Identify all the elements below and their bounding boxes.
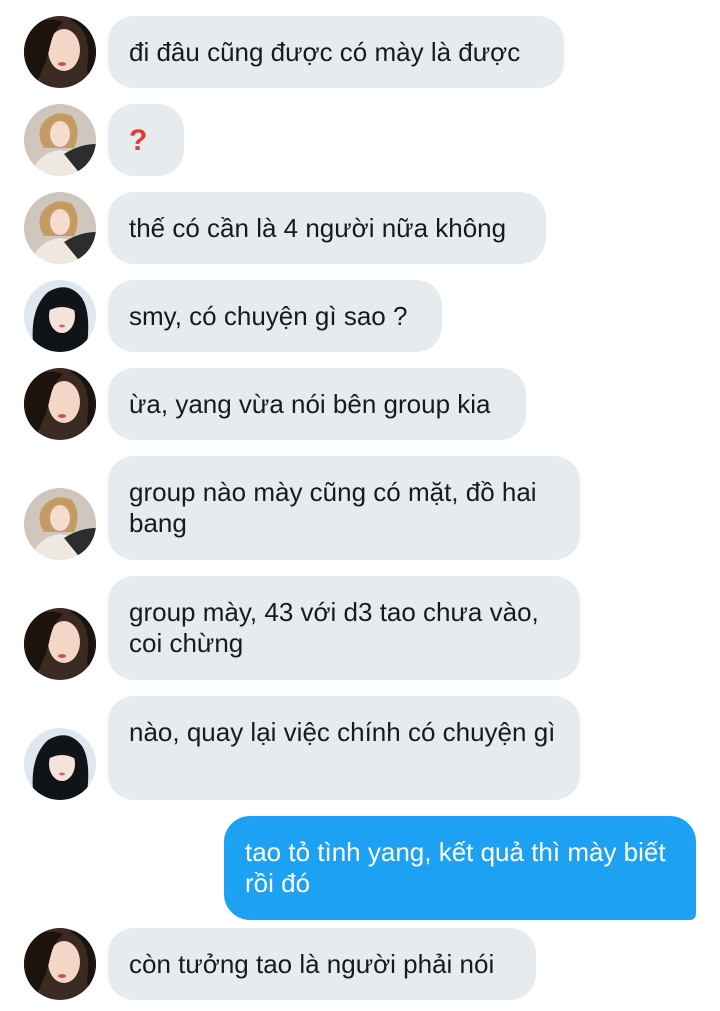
message-bubble-received[interactable]: smy, có chuyện gì sao ? — [108, 280, 442, 352]
message-text: smy, có chuyện gì sao ? — [129, 301, 408, 331]
avatar-dark-hair[interactable] — [24, 928, 96, 1000]
message-bubble-received[interactable]: group mày, 43 với d3 tao chưa vào, coi c… — [108, 576, 580, 680]
avatar-dark-hair[interactable] — [24, 608, 96, 680]
message-bubble-received[interactable]: đi đâu cũng được có mày là được — [108, 16, 564, 88]
avatar-blonde-hair[interactable] — [24, 192, 96, 264]
avatar-black-hair[interactable] — [24, 280, 96, 352]
message-text: ừa, yang vừa nói bên group kia — [129, 389, 491, 419]
message-bubble-sent[interactable]: tao tỏ tình yang, kết quả thì mày biết r… — [224, 816, 696, 920]
message-bubble-received[interactable]: ừa, yang vừa nói bên group kia — [108, 368, 526, 440]
avatar-blonde-hair[interactable] — [24, 488, 96, 560]
message-bubble-received[interactable]: thế có cần là 4 người nữa không — [108, 192, 546, 264]
message-bubble-received[interactable]: ? — [108, 104, 184, 176]
message-text: nào, quay lại việc chính có chuyện gì — [129, 717, 556, 747]
message-bubble-received[interactable]: nào, quay lại việc chính có chuyện gì — [108, 696, 580, 800]
chat-screen: { "messages": [ {"text": "đi đâu cũng đư… — [0, 0, 720, 1011]
message-text: thế có cần là 4 người nữa không — [129, 213, 507, 243]
message-bubble-received[interactable]: còn tưởng tao là người phải nói — [108, 928, 536, 1000]
message-text: group nào mày cũng có mặt, đồ hai bang — [129, 477, 537, 538]
avatar-dark-hair[interactable] — [24, 16, 96, 88]
message-text: còn tưởng tao là người phải nói — [129, 949, 495, 979]
avatar-blonde-hair[interactable] — [24, 104, 96, 176]
message-text: group mày, 43 với d3 tao chưa vào, coi c… — [129, 597, 539, 658]
avatar-black-hair[interactable] — [24, 728, 96, 800]
message-text: tao tỏ tình yang, kết quả thì mày biết r… — [245, 837, 666, 898]
message-text: ? — [129, 124, 148, 157]
message-bubble-received[interactable]: group nào mày cũng có mặt, đồ hai bang — [108, 456, 580, 560]
message-text: đi đâu cũng được có mày là được — [129, 37, 521, 67]
avatar-dark-hair[interactable] — [24, 368, 96, 440]
